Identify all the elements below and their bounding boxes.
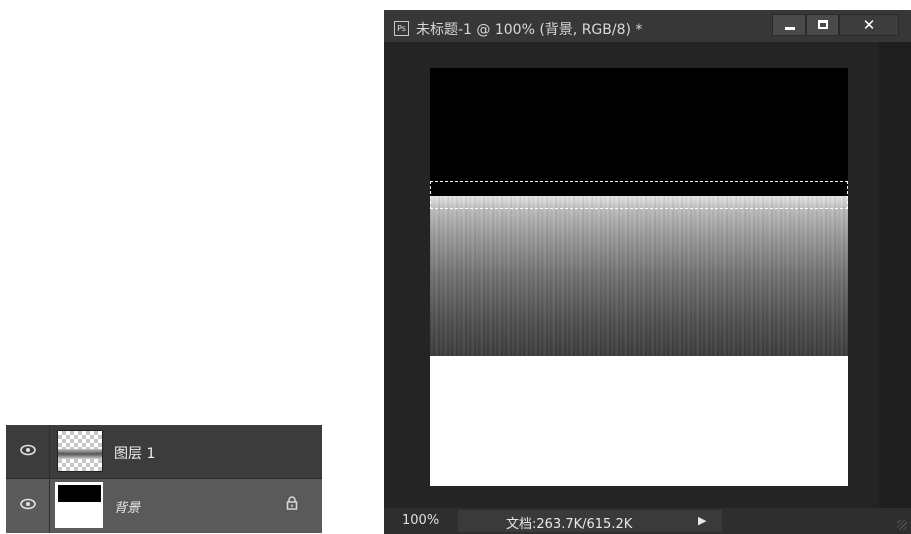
layer-name[interactable]: 背景 <box>114 497 140 516</box>
eye-icon[interactable] <box>20 444 36 456</box>
status-bar: 100% 文档:263.7K/615.2K ▶ <box>384 508 911 534</box>
layers-panel: 图层 1 背景 <box>6 425 322 533</box>
visibility-toggle[interactable] <box>6 425 50 478</box>
layer-thumbnail[interactable] <box>55 482 103 528</box>
document-info-box: 文档:263.7K/615.2K ▶ <box>458 510 722 532</box>
document-window: Ps 未标题-1 @ 100% (背景, RGB/8) * ✕ 100% 文档:… <box>384 10 911 534</box>
lock-icon[interactable] <box>286 496 298 510</box>
canvas-white-region <box>430 356 848 486</box>
canvas-area[interactable] <box>384 42 911 508</box>
document-canvas[interactable] <box>430 68 848 486</box>
eye-icon[interactable] <box>20 498 36 510</box>
minimize-icon <box>785 27 795 30</box>
layer-thumbnail[interactable] <box>57 430 103 472</box>
selection-marquee[interactable] <box>430 181 848 209</box>
close-icon: ✕ <box>862 16 876 34</box>
layer-row-layer-1[interactable]: 图层 1 <box>6 425 322 479</box>
zoom-level[interactable]: 100% <box>402 513 439 528</box>
resize-grip-icon[interactable] <box>897 520 907 530</box>
layer-name[interactable]: 图层 1 <box>114 443 155 463</box>
document-size: 文档:263.7K/615.2K <box>506 517 633 532</box>
close-button[interactable]: ✕ <box>839 14 899 36</box>
maximize-icon <box>818 20 828 29</box>
canvas-black-region <box>430 68 848 196</box>
layer-row-background[interactable]: 背景 <box>6 479 322 533</box>
status-menu-arrow-icon[interactable]: ▶ <box>698 514 706 527</box>
document-titlebar[interactable]: Ps 未标题-1 @ 100% (背景, RGB/8) * ✕ <box>384 10 911 42</box>
document-title: 未标题-1 @ 100% (背景, RGB/8) * <box>416 22 643 38</box>
visibility-toggle[interactable] <box>6 479 50 533</box>
maximize-button[interactable] <box>806 14 839 36</box>
ps-app-icon: Ps <box>394 21 409 36</box>
canvas-gradient-region <box>430 196 848 356</box>
canvas-right-gutter <box>879 42 911 508</box>
minimize-button[interactable] <box>772 14 806 36</box>
